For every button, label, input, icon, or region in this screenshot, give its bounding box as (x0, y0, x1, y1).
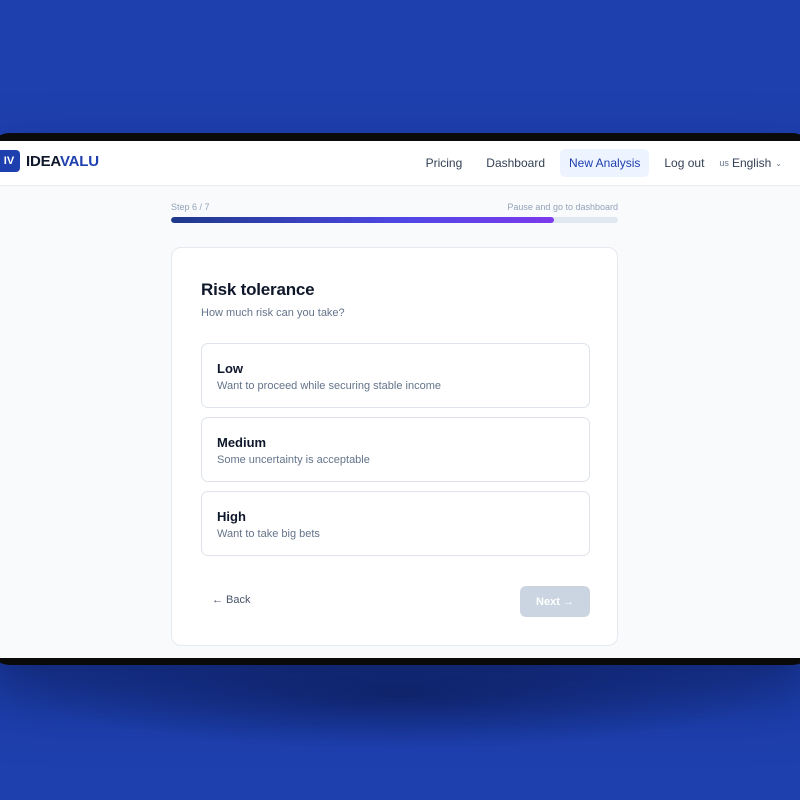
question-card: Risk tolerance How much risk can you tak… (171, 247, 618, 646)
top-navbar: IV IDEAVALU Pricing Dashboard New Analys… (0, 141, 800, 186)
question-title: Risk tolerance (201, 280, 315, 299)
option-description: Some uncertainty is acceptable (217, 454, 370, 466)
language-label: English (731, 156, 772, 170)
logo-mark: IV (0, 150, 20, 172)
us-flag-icon: us (719, 158, 729, 168)
chevron-down-icon: ⌄ (775, 158, 782, 168)
nav-dashboard-link[interactable]: Dashboard (477, 149, 554, 177)
brand-logo[interactable]: IV IDEAVALU (0, 150, 99, 172)
option-description: Want to proceed while securing stable in… (217, 380, 441, 392)
language-selector[interactable]: us English ⌄ (719, 149, 782, 177)
option-description: Want to take big bets (217, 528, 320, 540)
question-subtitle: How much risk can you take? (201, 307, 345, 319)
logo-text-part1: IDEA (26, 152, 60, 170)
nav-pricing-link[interactable]: Pricing (417, 149, 472, 177)
option-label: High (217, 509, 246, 524)
progress-fill (171, 217, 555, 223)
option-label: Low (217, 361, 243, 376)
option-high[interactable]: High Want to take big bets (201, 491, 590, 556)
nav-logout-link[interactable]: Log out (655, 149, 713, 177)
progress-labels: Step 6 / 7 Pause and go to dashboard (171, 202, 618, 212)
option-medium[interactable]: Medium Some uncertainty is acceptable (201, 417, 590, 482)
next-button[interactable]: Next → (520, 586, 590, 617)
option-low[interactable]: Low Want to proceed while securing stabl… (201, 343, 590, 408)
progress-track (171, 217, 618, 223)
pause-dashboard-link[interactable]: Pause and go to dashboard (507, 202, 618, 212)
app-screen: IV IDEAVALU Pricing Dashboard New Analys… (0, 141, 800, 658)
logo-text: IDEAVALU (26, 153, 99, 170)
step-indicator: Step 6 / 7 (171, 202, 210, 212)
nav-links: Pricing Dashboard New Analysis Log out u… (411, 149, 782, 177)
logo-text-part2: VALU (59, 152, 99, 170)
back-button[interactable]: ← Back (212, 594, 251, 606)
step-progress: Step 6 / 7 Pause and go to dashboard (171, 202, 618, 223)
option-label: Medium (217, 435, 267, 450)
nav-new-analysis-link[interactable]: New Analysis (560, 149, 650, 177)
